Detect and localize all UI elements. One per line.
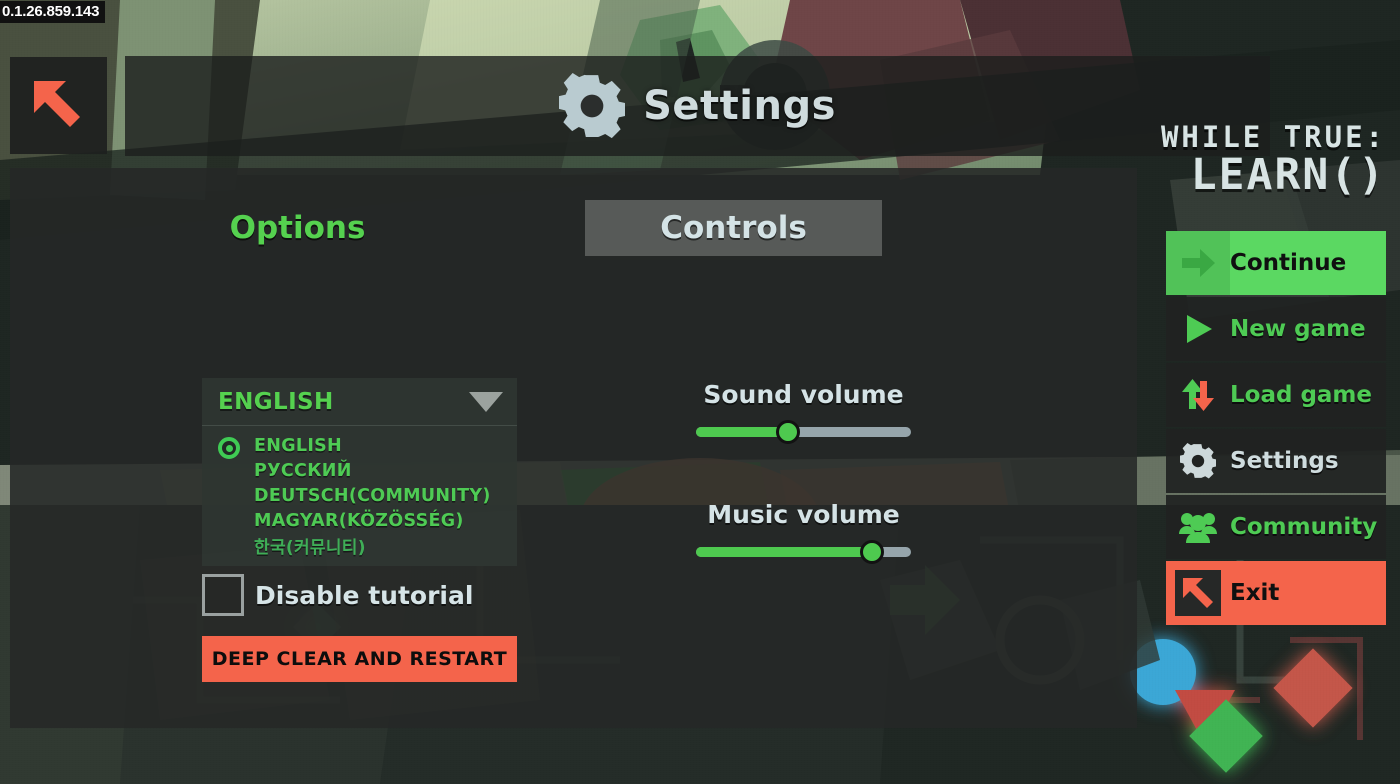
- tab-options[interactable]: Options: [10, 200, 585, 256]
- menu-item-community-label: Community: [1230, 514, 1378, 540]
- menu-item-new-game[interactable]: New game: [1166, 297, 1386, 361]
- language-option-hungarian[interactable]: MAGYAR(KÖZÖSSÉG): [202, 508, 517, 533]
- menu-item-settings-label: Settings: [1230, 448, 1339, 474]
- music-volume-thumb[interactable]: [860, 540, 885, 564]
- music-volume-setting: Music volume: [696, 500, 911, 564]
- menu-item-load-game[interactable]: Load game: [1166, 363, 1386, 427]
- main-menu: Continue New game Load game Settings Com…: [1166, 231, 1386, 627]
- settings-header-bar: Settings: [125, 56, 1270, 156]
- people-icon: [1166, 495, 1230, 559]
- music-volume-fill: [696, 547, 873, 557]
- settings-content-panel: Options Controls ENGLISH ENGLISH РУССКИЙ…: [10, 168, 1137, 728]
- back-button[interactable]: [10, 57, 107, 154]
- game-logo: WHILE TRUE: LEARN(): [1161, 120, 1386, 200]
- menu-item-continue-label: Continue: [1230, 250, 1347, 276]
- music-volume-slider[interactable]: [696, 540, 911, 564]
- play-icon: [1166, 297, 1230, 361]
- menu-item-new-game-label: New game: [1230, 316, 1366, 342]
- disable-tutorial-row: Disable tutorial: [202, 574, 517, 616]
- version-label: 0.1.26.859.143: [0, 1, 106, 23]
- menu-item-exit[interactable]: Exit: [1166, 561, 1386, 625]
- disable-tutorial-label: Disable tutorial: [255, 580, 474, 610]
- logo-line-1: WHILE TRUE:: [1160, 120, 1386, 154]
- language-option-german[interactable]: DEUTSCH(COMMUNITY): [202, 483, 517, 508]
- language-option-korean[interactable]: 한국(커뮤니티): [202, 533, 517, 558]
- language-setting: ENGLISH ENGLISH РУССКИЙ DEUTSCH(COMMUNIT…: [202, 378, 517, 616]
- deep-clear-and-restart-button[interactable]: DEEP CLEAR AND RESTART: [202, 636, 517, 682]
- chevron-down-icon: [469, 391, 503, 412]
- language-option-russian[interactable]: РУССКИЙ: [202, 458, 517, 483]
- arrow-right-icon: [1166, 231, 1230, 295]
- sound-volume-fill: [696, 427, 789, 437]
- radio-selected-icon: [218, 437, 240, 459]
- sound-volume-label: Sound volume: [703, 380, 904, 409]
- menu-item-load-game-label: Load game: [1230, 382, 1372, 408]
- menu-item-exit-label: Exit: [1230, 580, 1280, 606]
- gear-icon: [559, 73, 626, 139]
- logo-line-2: LEARN(): [1190, 150, 1386, 200]
- menu-item-community[interactable]: Community: [1166, 495, 1386, 559]
- back-arrow-icon: [33, 80, 80, 127]
- menu-item-continue[interactable]: Continue: [1166, 231, 1386, 295]
- tab-controls[interactable]: Controls: [585, 200, 882, 256]
- disable-tutorial-checkbox[interactable]: [202, 574, 244, 616]
- language-option-english[interactable]: ENGLISH: [202, 433, 517, 458]
- language-select[interactable]: ENGLISH: [202, 378, 517, 425]
- settings-tabs: Options Controls: [10, 200, 1137, 256]
- sound-volume-thumb[interactable]: [776, 420, 801, 444]
- exit-arrow-icon: [1166, 561, 1230, 625]
- page-title: Settings: [643, 83, 836, 129]
- sound-volume-slider[interactable]: [696, 420, 911, 444]
- load-refresh-icon: [1166, 363, 1230, 427]
- sound-volume-setting: Sound volume: [696, 380, 911, 444]
- language-select-value: ENGLISH: [218, 388, 334, 415]
- menu-item-settings[interactable]: Settings: [1166, 429, 1386, 493]
- language-option-list: ENGLISH РУССКИЙ DEUTSCH(COMMUNITY) MAGYA…: [202, 425, 517, 566]
- gear-icon: [1166, 429, 1230, 493]
- music-volume-label: Music volume: [707, 500, 900, 529]
